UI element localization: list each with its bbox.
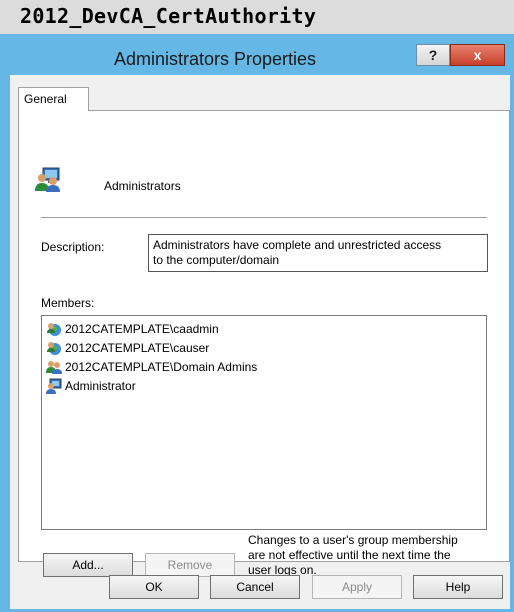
description-label: Description: [41, 240, 105, 254]
question-mark-icon: ? [428, 47, 438, 63]
help-button[interactable]: Help [413, 575, 503, 599]
host-window-title: 2012_DevCA_CertAuthority [20, 4, 317, 28]
group-icon [35, 167, 60, 192]
apply-button[interactable]: Apply [312, 575, 402, 599]
host-window-title-bar: 2012_DevCA_CertAuthority [0, 0, 514, 34]
member-name: Administrator [65, 379, 136, 393]
dialog-client-area: General Administrators Description: Admi… [10, 75, 510, 609]
title-help-button[interactable]: ? [416, 44, 450, 66]
ok-button[interactable]: OK [109, 575, 199, 599]
domain-group-icon [46, 361, 62, 374]
domain-user-icon [47, 342, 61, 355]
description-line-1: Administrators have complete and unrestr… [153, 238, 442, 252]
close-icon: x [473, 47, 482, 63]
domain-user-icon [47, 323, 61, 336]
group-name: Administrators [104, 179, 181, 193]
tab-general[interactable]: General [18, 87, 89, 111]
description-field[interactable]: Administrators have complete and unrestr… [148, 234, 488, 272]
separator [41, 217, 487, 218]
local-user-icon [46, 378, 62, 394]
member-name: 2012CATEMPLATE\Domain Admins [65, 360, 258, 374]
member-name: 2012CATEMPLATE\causer [65, 341, 210, 355]
title-close-button[interactable]: x [450, 44, 505, 66]
dialog-title: Administrators Properties [113, 49, 317, 69]
tab-general-label: General [24, 92, 67, 106]
properties-dialog: Administrators Properties ? x General Ad… [0, 34, 514, 612]
description-line-2: to the computer/domain [153, 253, 280, 267]
membership-note-line-1: Changes to a user's group membership [248, 533, 458, 547]
cancel-button[interactable]: Cancel [210, 575, 300, 599]
members-list[interactable]: 2012CATEMPLATE\caadmin 2012CATEMPLATE\ca… [41, 315, 487, 530]
dialog-title-bar[interactable]: Administrators Properties ? x [0, 34, 514, 76]
remove-button[interactable]: Remove [145, 553, 235, 577]
member-name: 2012CATEMPLATE\caadmin [65, 322, 219, 336]
membership-note: Changes to a user's group membership are… [248, 533, 498, 578]
add-button[interactable]: Add... [43, 553, 133, 577]
membership-note-line-2: are not effective until the next time th… [248, 548, 451, 562]
members-label: Members: [41, 296, 95, 310]
